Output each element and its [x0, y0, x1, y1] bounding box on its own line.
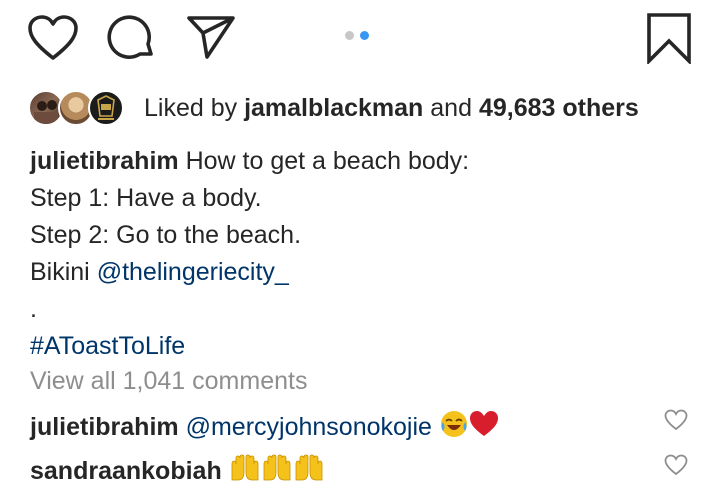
comment-row: julietibrahim @mercyjohnsonokojie	[30, 409, 499, 446]
like-button[interactable]	[27, 14, 79, 62]
comment-bubble-icon	[107, 15, 153, 59]
caption-line: Step 2: Go to the beach.	[30, 221, 302, 249]
caption-hashtag[interactable]: #AToastToLife	[30, 332, 185, 360]
caption-line: Step 1: Have a body.	[30, 184, 262, 212]
comment-button[interactable]	[107, 14, 157, 64]
likes-summary: Liked by jamalblackman and 49,683 others	[144, 94, 639, 123]
raising-hands-icon	[261, 454, 293, 489]
caption-username[interactable]: julietibrahim	[30, 147, 179, 175]
raising-hands-icon	[229, 454, 261, 489]
bookmark-icon	[647, 13, 691, 64]
likes-middle: and	[423, 93, 479, 122]
send-icon	[187, 16, 235, 59]
red-heart-icon	[469, 410, 499, 445]
carousel-indicator	[345, 31, 369, 40]
avatar	[88, 90, 124, 126]
save-button[interactable]	[646, 12, 692, 64]
likes-row[interactable]: Liked by jamalblackman and 49,683 others	[28, 86, 639, 130]
comment-row: sandraankobiah	[30, 454, 325, 489]
likes-prefix: Liked by	[144, 93, 245, 122]
like-comment-button[interactable]	[664, 454, 688, 476]
caption-line: Bikini	[30, 258, 97, 286]
likes-count[interactable]: 49,683 others	[479, 94, 639, 122]
liker-avatars[interactable]	[28, 88, 130, 128]
heart-icon	[664, 409, 688, 431]
heart-icon	[28, 15, 78, 60]
caption-line: How to get a beach body:	[185, 147, 470, 175]
share-button[interactable]	[186, 14, 236, 60]
raising-hands-icon	[293, 454, 325, 489]
carousel-dot-active	[360, 31, 369, 40]
heart-icon	[664, 454, 688, 476]
caption-dot: .	[30, 295, 37, 323]
post-caption: julietibrahim How to get a beach body: S…	[30, 143, 680, 365]
carousel-dot	[345, 31, 354, 40]
comment-mention[interactable]: @mercyjohnsonokojie	[186, 413, 432, 442]
like-comment-button[interactable]	[664, 409, 688, 431]
view-all-comments-link[interactable]: View all 1,041 comments	[30, 367, 307, 396]
comment-username[interactable]: sandraankobiah	[30, 457, 222, 486]
caption-mention[interactable]: @thelingeriecity_	[97, 258, 289, 286]
comment-username[interactable]: julietibrahim	[30, 413, 179, 442]
face-with-tears-of-joy-icon	[439, 409, 469, 446]
liker-username[interactable]: jamalblackman	[244, 94, 423, 122]
